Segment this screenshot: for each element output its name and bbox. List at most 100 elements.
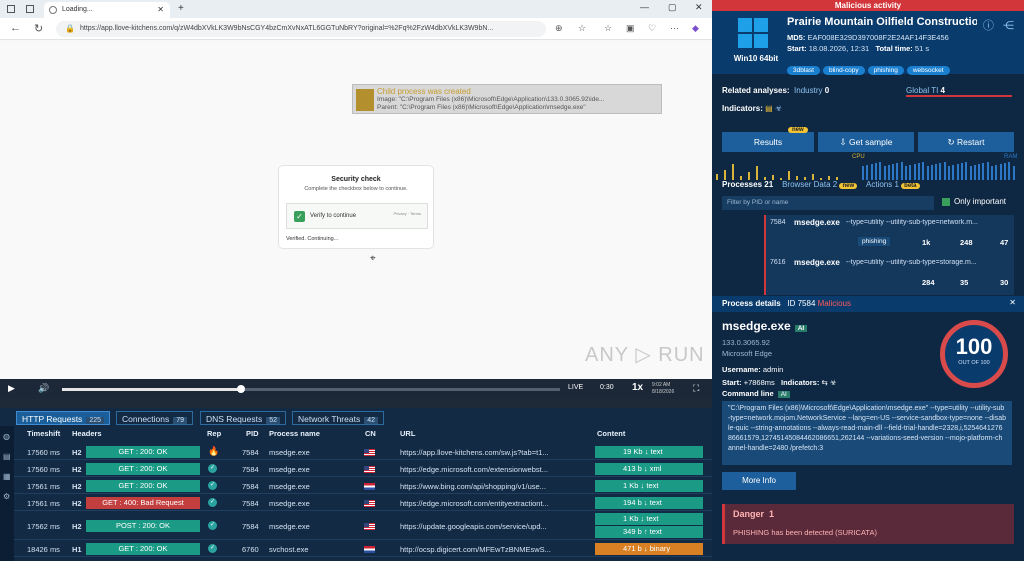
favorites-icon[interactable]: ☆ — [604, 23, 612, 34]
more-info-button[interactable]: More Info — [722, 472, 796, 490]
ram-bar — [960, 163, 963, 180]
browser-tab[interactable]: Loading... ✕ — [44, 2, 170, 18]
cmd-heading: Command line AI — [722, 389, 790, 398]
get-sample-button[interactable]: ⇩ Get sample — [818, 132, 914, 152]
details-label: Process details — [722, 299, 781, 308]
tab-dns-requests[interactable]: DNS Requests 52 — [200, 411, 287, 425]
us-flag-icon — [364, 466, 375, 473]
playback-knob[interactable] — [237, 385, 246, 393]
table-row[interactable]: 17560 ms H2 GET : 200: OK ✓ 7584 msedge.… — [14, 461, 712, 477]
speed-button[interactable]: 1x — [632, 382, 643, 393]
info-icon[interactable]: ⓘ — [983, 20, 994, 32]
industry-label[interactable]: Industry — [794, 86, 822, 95]
row-process: msedge.exe — [269, 448, 310, 457]
tab-connections[interactable]: Connections 79 — [116, 411, 194, 425]
time-label: 0:30 — [600, 384, 614, 391]
close-icon[interactable]: ✕ — [1009, 298, 1016, 307]
new-tab-icon[interactable]: + — [178, 3, 184, 14]
module-icon[interactable]: ▦ — [3, 472, 11, 481]
share-icon[interactable]: ⋲ — [1003, 20, 1014, 32]
table-row[interactable]: 17562 ms H2 POST : 200: OK ✓ 7584 msedge… — [14, 512, 712, 540]
processes-label: Processes — [722, 180, 763, 189]
row-request: GET : 200: OK — [86, 446, 200, 458]
playback-track[interactable] — [62, 385, 560, 393]
actions-label: Actions — [866, 180, 893, 189]
results-button[interactable]: Results — [722, 132, 814, 152]
process-item[interactable]: 7584 msedge.exe --type=utility --utility… — [764, 215, 1014, 255]
fullscreen-icon[interactable]: ⛶ — [693, 383, 699, 394]
tab-actions-icon[interactable] — [26, 5, 34, 13]
globe-icon[interactable]: ◍ — [3, 432, 10, 441]
app-root: Loading... ✕ + — ▢ ✕ ← ↻ 🔒 https://app.l… — [0, 0, 1024, 561]
tab-count: 52 — [266, 417, 281, 424]
back-icon[interactable]: ← — [10, 22, 21, 34]
table-row[interactable]: 18426 ms H1 GET : 200: OK ✓ 6760 svchost… — [14, 541, 712, 557]
tab-network-threats[interactable]: Network Threats 42 — [292, 411, 384, 425]
biohazard-icon: ☣ — [829, 378, 837, 387]
copilot-icon[interactable]: ◆ — [692, 23, 699, 34]
download-icon: ⇩ — [839, 137, 847, 147]
profile-icon[interactable] — [7, 5, 15, 13]
indicators-label: Indicators: — [722, 104, 763, 113]
tab-label: Network Threats — [298, 414, 361, 424]
clock-date: 8/18/2026 — [652, 389, 675, 395]
file-icon[interactable]: ▤ — [3, 452, 11, 461]
tab-actions[interactable]: Actions 1 beta — [866, 180, 920, 189]
command-line[interactable]: "C:\Program Files (x86)\Microsoft\Edge\A… — [722, 401, 1012, 465]
ram-bar — [952, 165, 955, 180]
tag[interactable]: websocket — [906, 66, 950, 75]
process-filter-input[interactable]: Filter by PID or name — [722, 196, 934, 210]
tab-browser-data[interactable]: Browser Data 2 new — [782, 180, 858, 189]
maximize-icon[interactable]: ▢ — [668, 2, 677, 13]
tab-http-requests[interactable]: HTTP Requests 225 — [16, 411, 110, 425]
ram-bar — [943, 162, 946, 180]
network-tabs: HTTP Requests 225 Connections 79 DNS Reque… — [0, 410, 712, 426]
ram-bar — [870, 164, 873, 180]
favorite-icon[interactable]: ☆ — [578, 23, 586, 34]
ai-badge[interactable]: AI — [777, 391, 790, 398]
related-label: Related analyses: — [722, 86, 790, 95]
checkbox-icon[interactable] — [942, 197, 950, 206]
tag[interactable]: blind-copy — [822, 66, 865, 75]
volume-icon[interactable]: 🔊 — [38, 383, 49, 394]
biohazard-icon: ☣ — [774, 104, 783, 113]
table-row[interactable]: 17561 ms H2 GET : 200: OK ✓ 7584 msedge.… — [14, 478, 712, 494]
row-request: GET : 400: Bad Request — [86, 497, 200, 509]
tag[interactable]: phishing — [867, 66, 904, 75]
debug-icon[interactable]: ⚙ — [3, 492, 10, 501]
row-url: https://www.bing.com/api/shopping/v1/use… — [400, 482, 546, 491]
cpu-label: CPU — [852, 154, 865, 160]
minimize-icon[interactable]: — — [640, 2, 649, 12]
col-rep: Rep — [207, 429, 222, 438]
ai-badge[interactable]: AI — [794, 325, 808, 332]
cpu-ram-graph: CPU RAM — [712, 154, 1024, 180]
detail-version: 133.0.3065.92 — [722, 338, 770, 347]
url-input[interactable]: 🔒 https://app.llove-kitchens.com/q/zW4db… — [56, 21, 546, 37]
cpu-bar — [732, 164, 734, 180]
live-label[interactable]: LIVE — [568, 384, 583, 391]
tab-processes[interactable]: Processes 21 — [722, 180, 773, 189]
global-ti[interactable]: Global TI 4 — [906, 86, 1012, 97]
extensions-icon[interactable]: ⊕ — [555, 23, 563, 34]
verify-checkbox-widget[interactable]: ✓ Verify to continue Privacy · Terms — [286, 203, 428, 229]
danger-alert[interactable]: Danger 1 PHISHING has been detected (SUR… — [722, 504, 1014, 544]
ram-bar — [969, 166, 972, 180]
only-important-checkbox[interactable]: Only important — [942, 197, 1006, 206]
process-item[interactable]: 7616 msedge.exe --type=utility --utility… — [764, 255, 1014, 295]
tag[interactable]: 3dblast — [787, 66, 820, 75]
table-row[interactable]: 17561 ms H2 GET : 400: Bad Request ✓ 758… — [14, 495, 712, 511]
close-window-icon[interactable]: ✕ — [695, 2, 703, 13]
collections-icon[interactable]: ♡ — [648, 23, 656, 34]
reload-icon[interactable]: ↻ — [34, 22, 43, 35]
play-icon[interactable]: ▶ — [8, 383, 15, 394]
col-url: URL — [400, 429, 416, 438]
restart-button[interactable]: ↻ Restart — [918, 132, 1014, 152]
menu-icon[interactable]: ⋯ — [670, 23, 679, 34]
table-row[interactable]: 17560 ms H2 GET : 200: OK 🔥 7584 msedge.… — [14, 444, 712, 460]
close-tab-icon[interactable]: ✕ — [157, 5, 164, 14]
md5-value[interactable]: EAF008E329D397008F2E24AF14F3E456 — [807, 33, 948, 42]
privacy-terms[interactable]: Privacy · Terms — [394, 211, 421, 216]
split-icon[interactable]: ▣ — [626, 23, 635, 34]
checkmark-icon[interactable]: ✓ — [294, 211, 305, 222]
check-icon: ✓ — [208, 464, 217, 473]
